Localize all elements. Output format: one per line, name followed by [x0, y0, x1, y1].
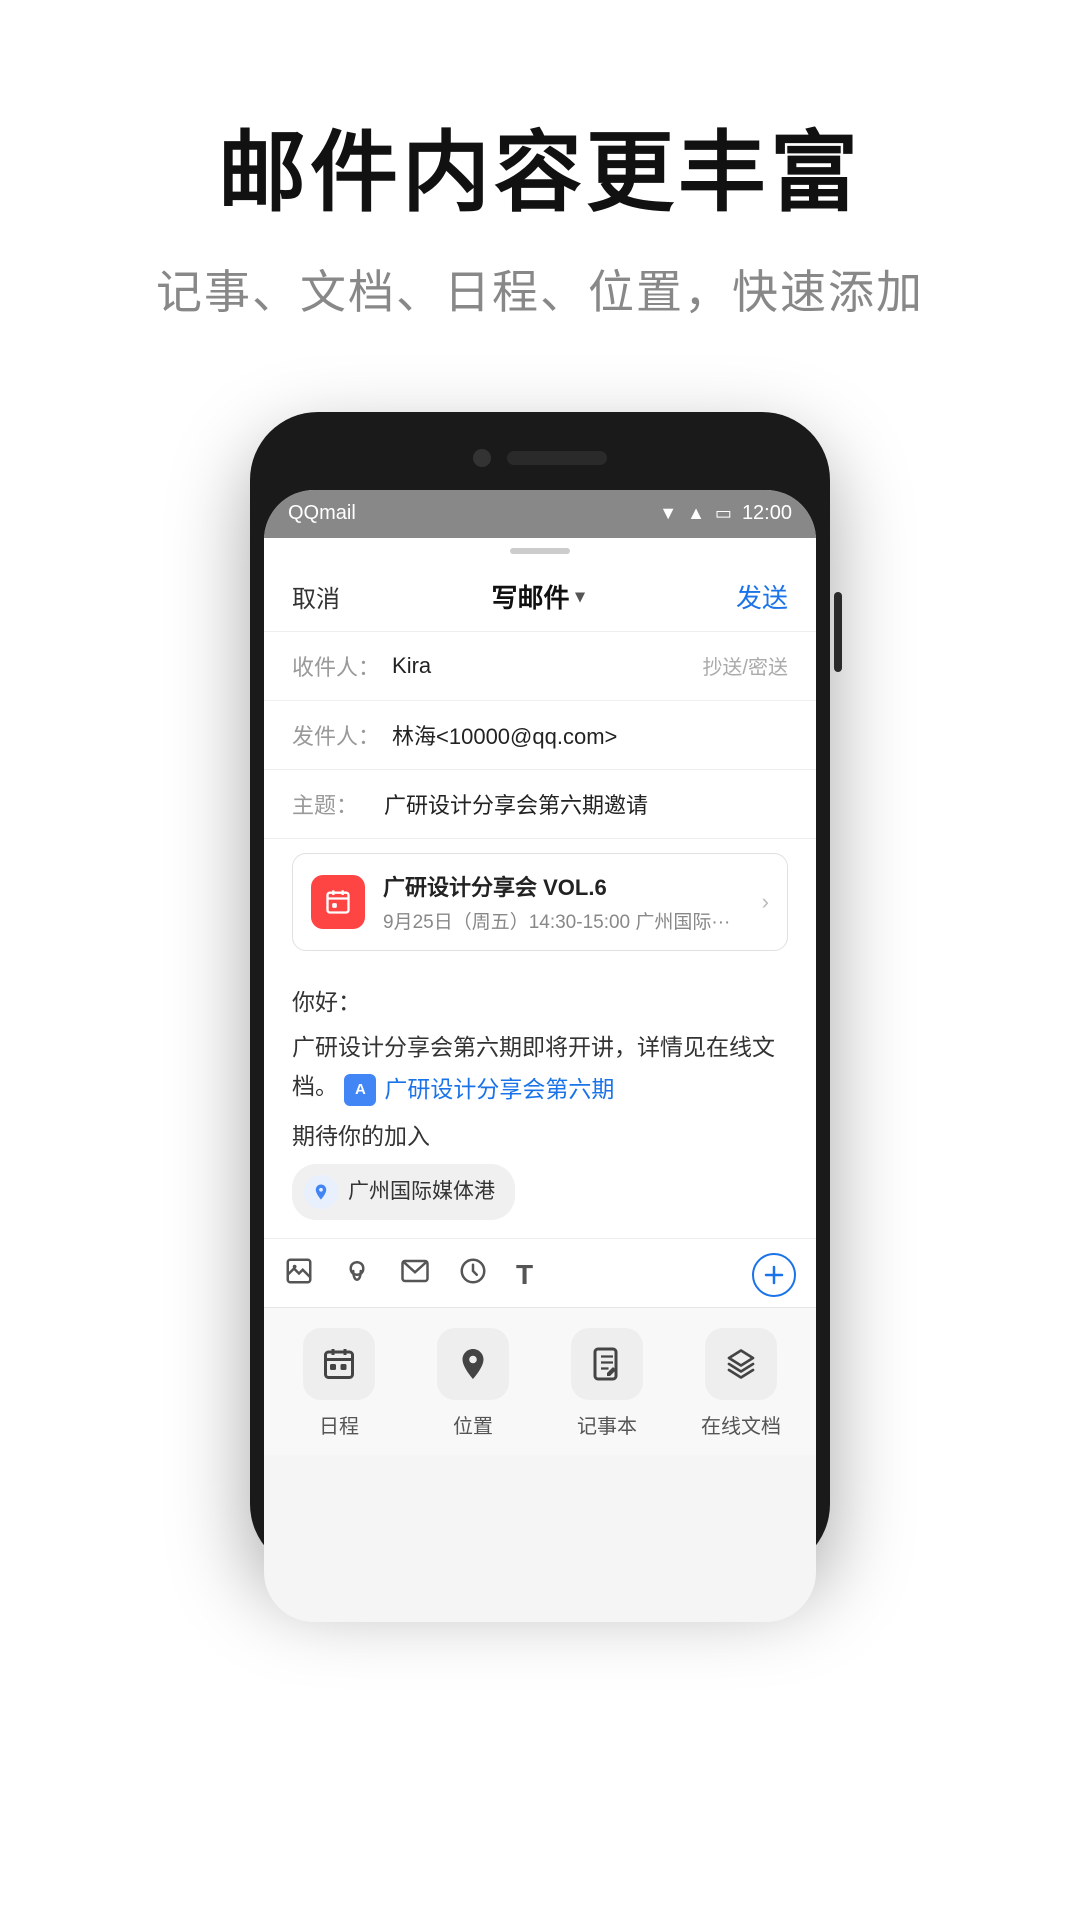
- cc-bcc-label[interactable]: 抄送/密送: [702, 651, 788, 680]
- to-field-row: 收件人： Kira 抄送/密送: [264, 632, 816, 701]
- plus-button[interactable]: [752, 1253, 796, 1297]
- from-field-row: 发件人： 林海<10000@qq.com>: [264, 701, 816, 770]
- send-button[interactable]: 发送: [736, 578, 788, 615]
- attach-icon[interactable]: [342, 1256, 372, 1294]
- drag-indicator: [264, 538, 816, 560]
- text-format-icon[interactable]: T: [516, 1259, 533, 1291]
- speaker-bar: [507, 451, 607, 465]
- phone-notch: [264, 426, 816, 490]
- note-action-icon: [571, 1328, 643, 1400]
- email-body[interactable]: 你好： 广研设计分享会第六期即将开讲，详情见在线文档。 A 广研设计分享会第六期…: [264, 965, 816, 1238]
- wifi-icon: ▼: [659, 503, 677, 524]
- image-icon[interactable]: [284, 1256, 314, 1294]
- status-icons: ▼ ▲ ▭ 12:00: [659, 502, 792, 525]
- status-time: 12:00: [742, 502, 792, 525]
- calendar-detail: 9月25日（周五）14:30-15:00 广州国际···: [383, 907, 744, 934]
- phone-right-button: [834, 592, 842, 672]
- note-action-label: 记事本: [577, 1410, 637, 1439]
- battery-icon: ▭: [715, 503, 732, 524]
- to-label: 收件人：: [292, 650, 380, 682]
- online-doc-action-icon: [705, 1328, 777, 1400]
- doc-link[interactable]: 广研设计分享会第六期: [384, 1070, 614, 1109]
- compose-area: 取消 写邮件 ▾ 发送 收件人： Kira 抄送/密送 发件人： 林海<10: [264, 560, 816, 1238]
- subject-label: 主题：: [292, 788, 372, 820]
- doc-icon: A: [344, 1074, 376, 1106]
- location-text: 广州国际媒体港: [348, 1174, 495, 1210]
- drag-bar: [510, 548, 570, 554]
- compose-title: 写邮件 ▾: [491, 578, 584, 615]
- calendar-icon: [311, 875, 365, 929]
- body-closing: 期待你的加入: [292, 1117, 788, 1156]
- action-online-doc[interactable]: 在线文档: [676, 1328, 806, 1439]
- hero-section: 邮件内容更丰富 记事、文档、日程、位置，快速添加: [0, 0, 1080, 382]
- toolbar: T: [264, 1238, 816, 1307]
- location-action-icon: [437, 1328, 509, 1400]
- calendar-action-label: 日程: [319, 1410, 359, 1439]
- phone-outer: QQmail ▼ ▲ ▭ 12:00 取消 写邮件: [250, 412, 830, 1572]
- action-location[interactable]: 位置: [408, 1328, 538, 1439]
- subject-field-row: 主题： 广研设计分享会第六期邀请: [264, 770, 816, 839]
- action-note[interactable]: 记事本: [542, 1328, 672, 1439]
- location-action-label: 位置: [453, 1410, 493, 1439]
- calendar-card[interactable]: 广研设计分享会 VOL.6 9月25日（周五）14:30-15:00 广州国际·…: [292, 853, 788, 951]
- bottom-actions: 日程 位置: [264, 1307, 816, 1455]
- calendar-action-icon: [303, 1328, 375, 1400]
- cancel-button[interactable]: 取消: [292, 579, 340, 614]
- online-doc-action-label: 在线文档: [701, 1410, 781, 1439]
- email-icon[interactable]: [400, 1256, 430, 1294]
- location-icon: [304, 1175, 338, 1209]
- calendar-info: 广研设计分享会 VOL.6 9月25日（周五）14:30-15:00 广州国际·…: [383, 870, 744, 934]
- app-name: QQmail: [288, 502, 356, 525]
- compose-title-arrow: ▾: [575, 586, 584, 607]
- signal-icon: ▲: [687, 503, 705, 524]
- from-label: 发件人：: [292, 719, 380, 751]
- clock-icon[interactable]: [458, 1256, 488, 1294]
- hero-title: 邮件内容更丰富: [0, 120, 1080, 226]
- inline-doc[interactable]: A 广研设计分享会第六期: [344, 1070, 614, 1109]
- phone-screen: QQmail ▼ ▲ ▭ 12:00 取消 写邮件: [264, 490, 816, 1622]
- toolbar-icons: T: [284, 1256, 533, 1294]
- location-area: 广州国际媒体港: [292, 1156, 788, 1228]
- compose-header: 取消 写邮件 ▾ 发送: [264, 560, 816, 632]
- calendar-arrow-icon: ›: [762, 889, 769, 915]
- body-text: 广研设计分享会第六期即将开讲，详情见在线文档。 A 广研设计分享会第六期: [292, 1028, 788, 1109]
- calendar-title: 广研设计分享会 VOL.6: [383, 870, 744, 902]
- subject-value[interactable]: 广研设计分享会第六期邀请: [384, 788, 788, 820]
- camera-dot: [473, 449, 491, 467]
- from-value[interactable]: 林海<10000@qq.com>: [392, 719, 788, 751]
- body-greeting: 你好：: [292, 983, 788, 1022]
- to-value[interactable]: Kira: [392, 653, 690, 679]
- status-bar: QQmail ▼ ▲ ▭ 12:00: [264, 490, 816, 538]
- hero-subtitle: 记事、文档、日程、位置，快速添加: [0, 256, 1080, 322]
- action-calendar[interactable]: 日程: [274, 1328, 404, 1439]
- location-chip[interactable]: 广州国际媒体港: [292, 1164, 515, 1220]
- phone-wrapper: QQmail ▼ ▲ ▭ 12:00 取消 写邮件: [0, 412, 1080, 1572]
